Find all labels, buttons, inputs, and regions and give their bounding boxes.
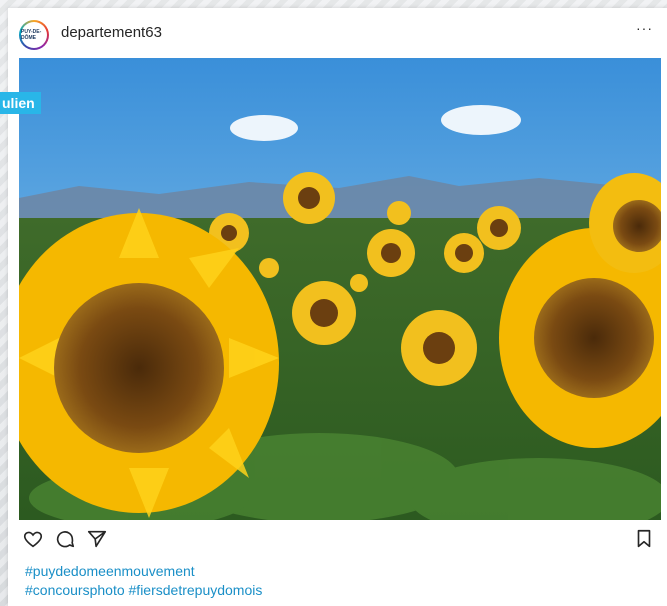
avatar-logo: PUY-DE-DÔME	[21, 22, 47, 48]
sunflower-field-image	[19, 58, 661, 520]
avatar[interactable]: PUY-DE-DÔME	[19, 20, 49, 50]
photo-tag-label: ulien	[0, 92, 41, 114]
hashtag-line-2[interactable]: #concoursphoto #fiersdetrepuydomois	[25, 581, 262, 600]
heart-icon[interactable]	[22, 528, 44, 550]
bookmark-icon[interactable]	[633, 528, 655, 550]
post-actions-bar	[8, 528, 667, 554]
instagram-post-card: PUY-DE-DÔME departement63 ··· #puydedome…	[8, 8, 667, 606]
post-photo[interactable]	[19, 58, 661, 520]
more-options-icon[interactable]: ···	[636, 20, 653, 36]
comment-icon[interactable]	[54, 528, 76, 550]
post-caption: #puydedomeenmouvement #concoursphoto #fi…	[25, 562, 262, 600]
username[interactable]: departement63	[61, 24, 162, 41]
send-icon[interactable]	[86, 528, 108, 550]
post-header: PUY-DE-DÔME departement63 ···	[8, 8, 667, 58]
hashtag-line-1[interactable]: #puydedomeenmouvement	[25, 562, 262, 581]
